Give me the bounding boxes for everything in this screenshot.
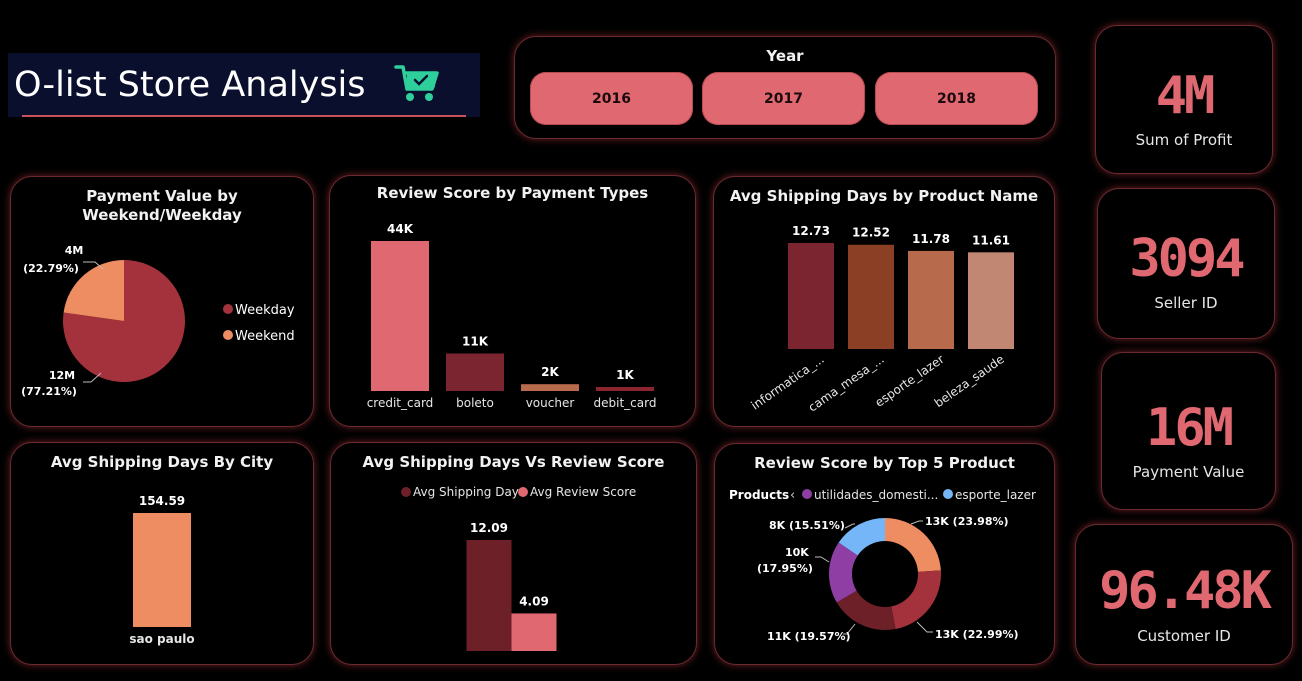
year-button-2018[interactable]: 2018 xyxy=(875,72,1038,125)
legend-marker-esporte xyxy=(943,489,953,499)
bar-chart: Avg Shipping Days Avg Review Score 12.09 4.… xyxy=(401,485,636,651)
legend-marker-weekend xyxy=(223,330,233,340)
data-label-weekday-percent: (77.21%) xyxy=(21,385,77,398)
leader-line xyxy=(916,621,933,633)
category-label: credit_card xyxy=(367,396,434,410)
kpi-value-profit: 4M xyxy=(1155,66,1216,126)
leader-line xyxy=(910,520,923,525)
data-label: 11K xyxy=(462,335,489,349)
kpi-value-seller: 3094 xyxy=(1129,229,1245,289)
bar-credit-card xyxy=(371,241,429,391)
leader-line xyxy=(844,523,855,529)
year-button-2016[interactable]: 2016 xyxy=(530,72,693,125)
data-label: 13K (22.99%) xyxy=(935,628,1019,641)
year-slicer: Year 2016 2017 2018 xyxy=(514,36,1056,139)
bar-informatica- xyxy=(788,243,834,349)
legend-marker-review xyxy=(518,487,528,497)
chart-shipping-city: Avg Shipping Days By City 154.59 sao paul… xyxy=(10,442,314,665)
category-label: voucher xyxy=(526,396,575,410)
data-label: 154.59 xyxy=(139,494,185,508)
kpi-card-seller: 3094 Seller ID xyxy=(1097,188,1275,339)
kpi-label-payment: Payment Value xyxy=(1132,463,1245,481)
bar-sao-paulo xyxy=(133,513,191,627)
data-label: 44K xyxy=(387,222,414,236)
legend-marker-utilidades xyxy=(802,489,812,499)
bar-beleza-saude xyxy=(968,252,1014,349)
bar-chart: 12.73informatica_...12.52cama_mesa_...11… xyxy=(748,224,1014,415)
category-label: sao paulo xyxy=(129,632,194,646)
data-label: 12.52 xyxy=(852,226,890,240)
data-label: 11.61 xyxy=(972,233,1010,247)
legend-label-shipping: Avg Shipping Days xyxy=(413,485,525,499)
bar-chart: 154.59 sao paulo xyxy=(129,494,194,646)
bar-boleto xyxy=(446,353,504,391)
data-label-weekday-value: 12M xyxy=(49,369,75,382)
page-title: O-list Store Analysis xyxy=(14,65,366,105)
legend-label-utilidades: utilidades_domesti... xyxy=(814,488,938,502)
shopping-cart-check-icon xyxy=(394,65,439,101)
bar-esporte-lazer xyxy=(908,250,954,349)
bar-chart: 44K credit_card 11K boleto 2K voucher 1K debit_… xyxy=(367,222,657,410)
data-label: 4.09 xyxy=(519,594,549,608)
data-label: 12.73 xyxy=(792,224,830,238)
data-label-weekend-value: 4M xyxy=(65,244,84,257)
chart-shipping-product: Avg Shipping Days by Product Name 12.73 i… xyxy=(713,176,1055,427)
chart-review-payment: Review Score by Payment Types 44K credit_… xyxy=(329,175,696,427)
legend-title: Products xyxy=(729,488,789,502)
data-label: 10K xyxy=(785,546,809,559)
chart-payment-weekday: Payment Value by Weekend/Weekday 4M (22.7… xyxy=(10,176,314,427)
chart-shipping-vs-review: Avg Shipping Days Vs Review Score Avg Sh… xyxy=(330,442,697,665)
title-underline xyxy=(22,115,466,117)
data-label-weekend-percent: (22.79%) xyxy=(23,262,79,275)
legend-marker-weekday xyxy=(223,304,233,314)
data-label: (17.95%) xyxy=(757,562,813,575)
kpi-value-customer: 96.48K xyxy=(1099,561,1272,621)
chart-review-top5: Review Score by Top 5 Product Products ‹ u… xyxy=(714,443,1055,665)
pie-chart: 4M (22.79%) 12M (77.21%) Weekday Weekend xyxy=(21,244,295,398)
leader-line xyxy=(815,556,830,563)
bar-voucher xyxy=(521,384,579,391)
kpi-label-seller: Seller ID xyxy=(1154,294,1218,312)
donut-slice-2 xyxy=(891,570,941,629)
kpi-card-customer: 96.48K Customer ID xyxy=(1075,524,1293,665)
category-label: boleto xyxy=(456,396,494,410)
kpi-label-customer: Customer ID xyxy=(1137,627,1231,645)
bar-avg-review-score xyxy=(511,613,557,651)
data-label: 2K xyxy=(541,365,559,379)
data-label: 8K (15.51%) xyxy=(769,519,845,532)
year-slicer-title: Year xyxy=(766,47,804,65)
bar-debit-card xyxy=(596,387,654,391)
bar-cama-mesa- xyxy=(848,244,894,349)
data-label: 11.78 xyxy=(912,232,950,246)
legend-label-review: Avg Review Score xyxy=(530,485,636,499)
data-label: 13K (23.98%) xyxy=(925,515,1009,528)
bar-avg-shipping-days xyxy=(466,540,512,651)
header: O-list Store Analysis xyxy=(8,53,480,117)
legend-marker-shipping xyxy=(401,487,411,497)
legend-label-weekend: Weekend xyxy=(235,329,295,344)
kpi-card-profit: 4M Sum of Profit xyxy=(1095,25,1273,174)
data-label: 12.09 xyxy=(470,521,508,535)
legend-scroll-left-icon: ‹ xyxy=(790,488,795,503)
legend-label-weekday: Weekday xyxy=(235,303,295,318)
data-label: 1K xyxy=(616,368,634,382)
kpi-card-payment: 16M Payment Value xyxy=(1101,352,1276,510)
data-label: 11K (19.57%) xyxy=(767,630,851,643)
kpi-value-payment: 16M xyxy=(1146,398,1234,458)
legend-label-esporte: esporte_lazer xyxy=(955,488,1036,502)
kpi-label-profit: Sum of Profit xyxy=(1135,131,1233,149)
donut-chart: Products ‹ utilidades_domesti... esporte_la… xyxy=(729,488,1036,643)
category-label: debit_card xyxy=(594,396,657,410)
year-button-2017[interactable]: 2017 xyxy=(702,72,865,125)
